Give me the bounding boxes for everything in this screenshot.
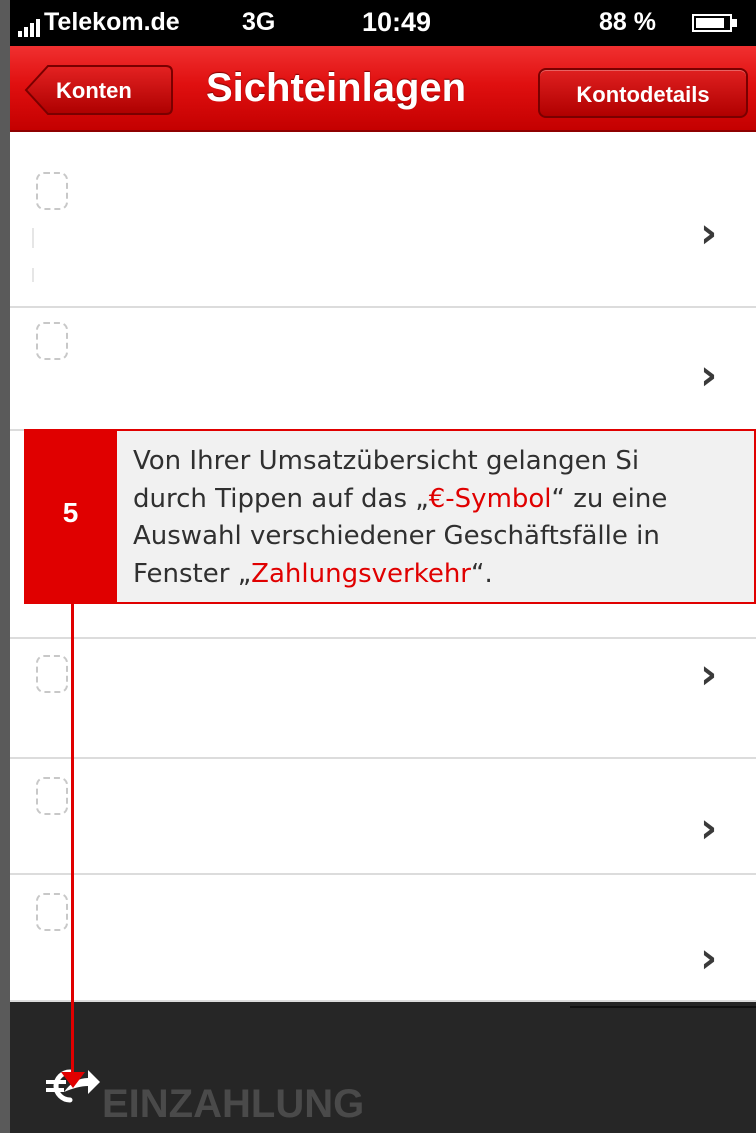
instruction-segment: Fenster „ [133,558,252,589]
step-number: 5 [62,497,79,528]
row-mark [32,268,34,282]
list-item[interactable]: › [10,639,756,759]
callout-arrow-line [71,604,74,1074]
instruction-segment: “. [471,558,493,589]
instruction-line: Auswahl verschiedener Geschäftsfälle in [133,521,660,551]
list-item[interactable]: › [10,308,756,431]
clock: 10:49 [362,7,432,37]
list-item[interactable]: › [10,132,756,308]
carrier-name: Telekom.de [44,8,180,36]
battery-percent: 88 % [599,8,656,36]
network-type: 3G [242,8,276,36]
page-title: Sichteinlagen [206,66,467,110]
list-item[interactable]: › [10,875,756,1002]
back-button-label: Konten [56,78,132,103]
tab-label-einzahlung[interactable]: EINZAHLUNG [102,1082,364,1127]
placeholder-icon [36,655,68,693]
navigation-bar: Konten Sichteinlagen Kontodetails [10,46,756,132]
instruction-line: Von Ihrer Umsatzübersicht gelangen Si [133,446,640,476]
callout-arrow-head [61,1072,85,1088]
placeholder-icon [36,777,68,815]
status-bar: Telekom.de 3G 10:49 88 % [10,0,756,46]
instruction-text: Von Ihrer Umsatzübersicht gelangen Si du… [133,443,756,593]
placeholder-icon [36,322,68,360]
battery-icon [692,14,732,32]
chevron-right-icon: › [700,803,718,852]
instruction-line: durch Tippen auf das „€-Symbol“ zu eine [133,481,756,519]
kontodetails-button[interactable]: Kontodetails [538,68,748,118]
instruction-highlight: €-Symbol [428,483,552,514]
frame-border [0,0,10,1133]
instruction-segment: durch Tippen auf das „ [133,483,429,514]
back-button-konten[interactable]: Konten [24,64,174,116]
battery-tip [732,19,737,27]
tab-bar-divider [570,1006,756,1008]
instruction-callout: 5 Von Ihrer Umsatzübersicht gelangen Si … [24,429,756,604]
instruction-segment: “ zu eine [551,483,668,514]
chevron-right-icon: › [700,208,718,257]
placeholder-icon [36,893,68,931]
chevron-right-icon: › [700,350,718,399]
placeholder-icon [36,172,68,210]
tab-bar: EINZAHLUNG [10,1002,756,1133]
list-item[interactable]: › [10,759,756,875]
row-mark [32,228,34,248]
instruction-highlight: Zahlungsverkehr [251,558,471,589]
kontodetails-button-label: Kontodetails [576,82,710,107]
instruction-line: Fenster „Zahlungsverkehr“. [133,556,756,594]
instruction-text-box: Von Ihrer Umsatzübersicht gelangen Si du… [117,429,756,604]
step-number-box: 5 [24,429,117,604]
app-screen: Telekom.de 3G 10:49 88 % Konten Sichtein… [0,0,756,1133]
chevron-right-icon: › [700,933,718,982]
chevron-right-icon: › [700,649,718,698]
